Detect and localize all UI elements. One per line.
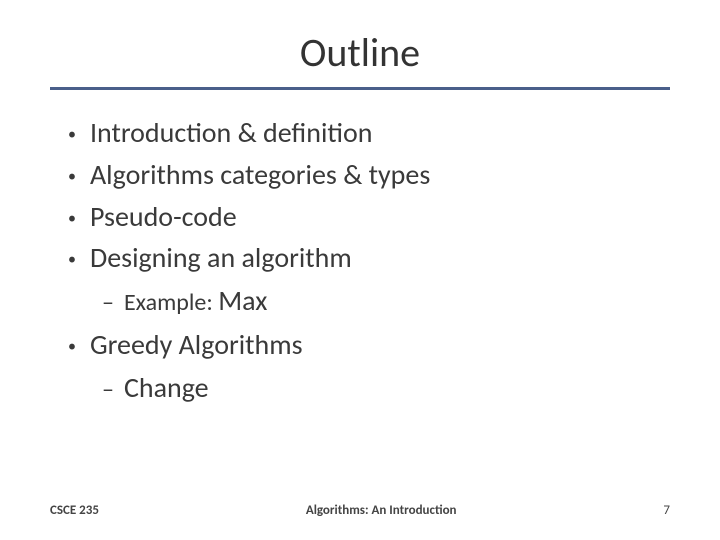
bullet-text: Algorithms categories & types [90,156,430,194]
footer-course: CSCE 235 [50,503,99,518]
bullet-item: • Introduction & definition [68,114,670,152]
bullet-text: Designing an algorithm [90,239,352,277]
slide-content: • Introduction & definition • Algorithms… [50,114,670,407]
sub-bullet-item: – Change [102,368,670,407]
slide: Outline • Introduction & definition • Al… [0,0,720,540]
bullet-icon: • [68,124,76,146]
sub-bullet-value: Max [218,283,267,318]
bullet-icon: • [68,208,76,230]
slide-footer: CSCE 235 Algorithms: An Introduction 7 [0,503,720,518]
bullet-item: • Designing an algorithm [68,239,670,277]
dash-icon: – [102,373,114,407]
bullet-icon: • [68,336,76,358]
sub-bullet-label: Example: [124,288,213,317]
footer-title: Algorithms: An Introduction [99,503,663,518]
bullet-icon: • [68,166,76,188]
bullet-text: Greedy Algorithms [90,326,303,364]
slide-title: Outline [50,28,670,77]
dash-icon: – [102,286,114,320]
sub-bullet-text: Change [124,368,209,407]
title-underline [50,87,670,90]
bullet-text: Introduction & definition [90,114,373,152]
bullet-item: • Algorithms categories & types [68,156,670,194]
sub-bullet-item: – Example: Max [102,281,670,320]
bullet-item: • Greedy Algorithms [68,326,670,364]
footer-page-number: 7 [663,503,670,518]
bullet-text: Pseudo-code [90,198,237,236]
bullet-item: • Pseudo-code [68,198,670,236]
bullet-icon: • [68,249,76,271]
